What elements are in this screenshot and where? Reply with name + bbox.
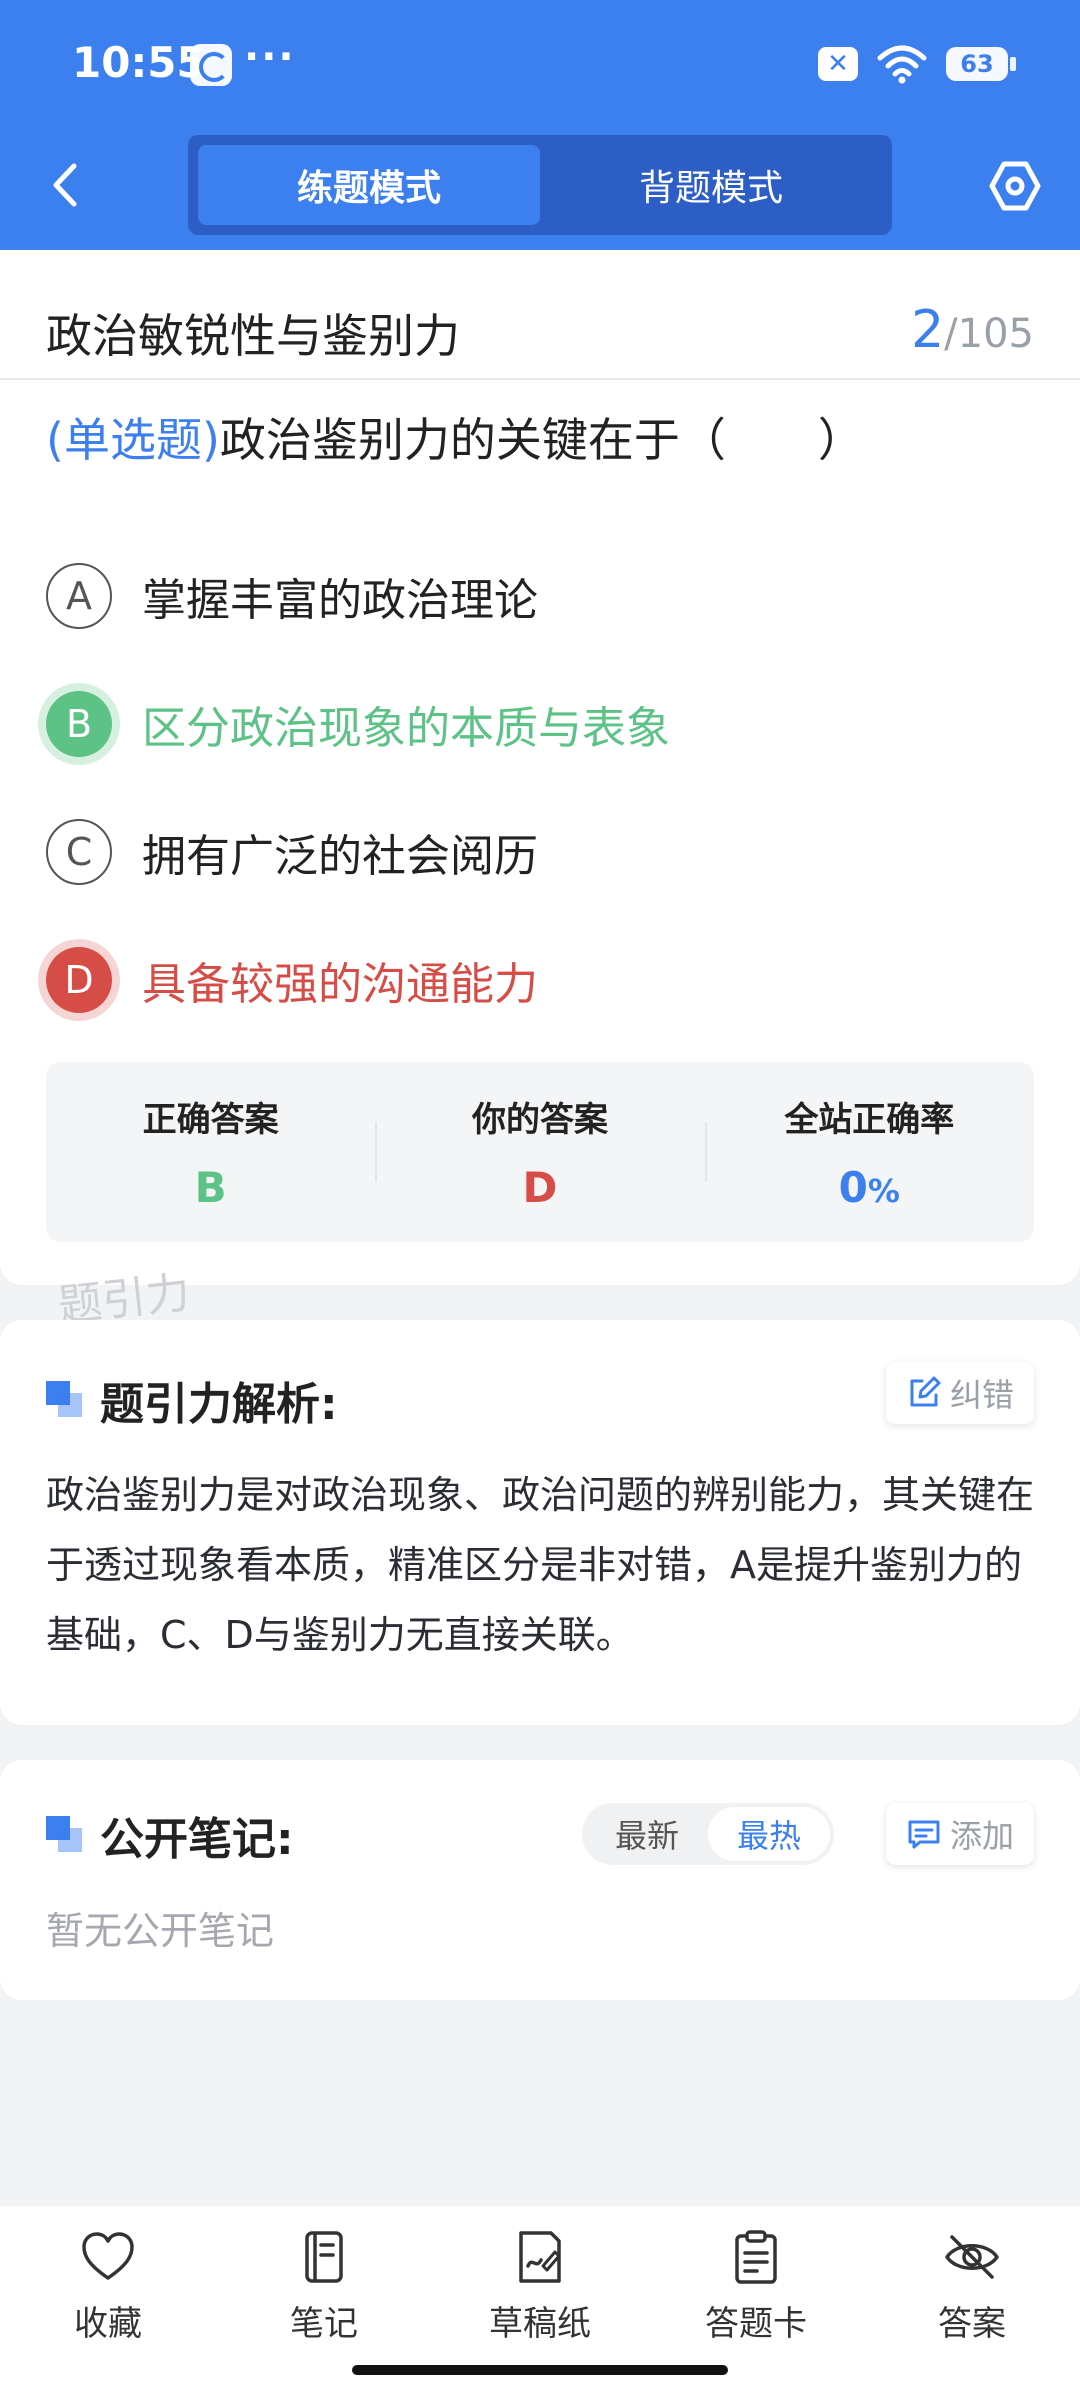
stat-accuracy-rate: 全站正确率 0%: [704, 1062, 1034, 1242]
divider: [0, 378, 1080, 380]
favorite-button[interactable]: 收藏: [0, 2206, 216, 2356]
toolbar-label: 收藏: [74, 2304, 142, 2344]
option-letter: C: [46, 819, 112, 885]
option-letter: D: [46, 947, 112, 1013]
option-text: 具备较强的沟通能力: [142, 959, 538, 1010]
toolbar-label: 笔记: [290, 2304, 358, 2344]
option-text: 拥有广泛的社会阅历: [142, 831, 538, 882]
nav-bar: 练题模式 背题模式: [0, 135, 1080, 235]
stat-value: D: [522, 1163, 558, 1212]
option-a[interactable]: A 掌握丰富的政治理论: [46, 532, 1040, 660]
notes-button[interactable]: 笔记: [216, 2206, 432, 2356]
stat-your-answer: 你的答案 D: [375, 1062, 704, 1242]
settings-icon[interactable]: [988, 159, 1042, 213]
option-text: 掌握丰富的政治理论: [142, 575, 538, 626]
question-progress: 2/105: [911, 300, 1034, 360]
options-list: A 掌握丰富的政治理论 B 区分政治现象的本质与表象 C 拥有广泛的社会阅历 D…: [46, 532, 1040, 1044]
more-notifications-icon: ···: [244, 34, 296, 80]
answer-card-button[interactable]: 答题卡: [648, 2206, 864, 2356]
wifi-icon: [877, 45, 927, 84]
answer-card-icon: [735, 2230, 777, 2284]
category-title: 政治敏锐性与鉴别力: [46, 309, 460, 363]
option-text: 区分政治现象的本质与表象: [142, 703, 670, 754]
add-note-button[interactable]: 添加: [885, 1803, 1034, 1865]
toolbar-label: 答案: [938, 2304, 1006, 2344]
tab-practice-mode[interactable]: 练题模式: [198, 145, 540, 225]
toolbar-label: 草稿纸: [489, 2304, 591, 2344]
analysis-title: 题引力解析:: [100, 1379, 338, 1430]
app-notification-icon: [190, 44, 232, 86]
status-time: 10:55: [72, 38, 206, 87]
draft-icon: [519, 2231, 561, 2283]
eye-off-icon: [945, 2235, 999, 2279]
stat-value: B: [194, 1163, 227, 1212]
back-button[interactable]: [40, 160, 90, 210]
battery-icon: 63: [946, 47, 1016, 81]
section-icon: [46, 1381, 84, 1419]
toolbar-label: 答题卡: [705, 2304, 807, 2344]
stat-correct-answer: 正确答案 B: [46, 1062, 375, 1242]
option-letter: A: [46, 563, 112, 629]
report-error-label: 纠错: [949, 1376, 1014, 1414]
option-c[interactable]: C 拥有广泛的社会阅历: [46, 788, 1040, 916]
status-bar: 10:55 ··· ✕ 63: [72, 34, 1016, 90]
stat-label: 正确答案: [142, 1100, 279, 1140]
stat-value: 0%: [838, 1163, 900, 1212]
notes-title: 公开笔记:: [100, 1814, 294, 1865]
sort-latest[interactable]: 最新: [586, 1807, 708, 1861]
screen: 10:55 ··· ✕ 63 练题模式 背题模式 政治敏锐性与鉴别力 2/105…: [0, 0, 1080, 2400]
stat-label: 你的答案: [471, 1100, 608, 1140]
heart-icon: [82, 2232, 134, 2280]
question-type: (单选题): [46, 413, 220, 467]
report-error-button[interactable]: 纠错: [885, 1362, 1034, 1424]
mode-switch: 练题模式 背题模式: [188, 135, 892, 235]
question-stem: (单选题)政治鉴别力的关键在于（ ）: [46, 410, 1040, 470]
option-b[interactable]: B 区分政治现象的本质与表象: [46, 660, 1040, 788]
home-indicator[interactable]: [352, 2365, 728, 2375]
question-text: 政治鉴别力的关键在于（ ）: [219, 413, 864, 467]
comment-icon: [908, 1820, 940, 1849]
add-note-label: 添加: [949, 1817, 1014, 1855]
notebook-icon: [305, 2231, 343, 2283]
notes-card: 公开笔记: 最新 最热 添加 暂无公开笔记: [0, 1760, 1080, 2000]
sort-hottest[interactable]: 最热: [708, 1807, 830, 1861]
notes-sort-toggle: 最新 最热: [582, 1803, 834, 1865]
option-letter: B: [46, 691, 112, 757]
draft-paper-button[interactable]: 草稿纸: [432, 2206, 648, 2356]
close-notification-icon: ✕: [818, 47, 858, 81]
answer-stats: 正确答案 B 你的答案 D 全站正确率 0%: [46, 1062, 1034, 1242]
top-header: 10:55 ··· ✕ 63 练题模式 背题模式: [0, 0, 1080, 250]
bottom-toolbar: 收藏 笔记 草稿纸 答题卡 答案: [0, 2205, 1080, 2400]
edit-icon: [910, 1376, 941, 1407]
toggle-answer-button[interactable]: 答案: [864, 2206, 1080, 2356]
tab-memorize-mode[interactable]: 背题模式: [540, 145, 882, 225]
empty-notes-text: 暂无公开笔记: [46, 1909, 275, 1953]
option-d[interactable]: D 具备较强的沟通能力: [46, 916, 1040, 1044]
question-card: 政治敏锐性与鉴别力 2/105 (单选题)政治鉴别力的关键在于（ ） A 掌握丰…: [0, 250, 1080, 1285]
analysis-card: 题引力解析: 纠错 政治鉴别力是对政治现象、政治问题的辨别能力，其关键在于透过现…: [0, 1320, 1080, 1725]
chevron-left-icon: [53, 163, 77, 207]
section-icon: [46, 1816, 84, 1854]
analysis-text: 政治鉴别力是对政治现象、政治问题的辨别能力，其关键在于透过现象看本质，精准区分是…: [46, 1473, 1035, 1657]
stat-label: 全站正确率: [784, 1100, 955, 1140]
